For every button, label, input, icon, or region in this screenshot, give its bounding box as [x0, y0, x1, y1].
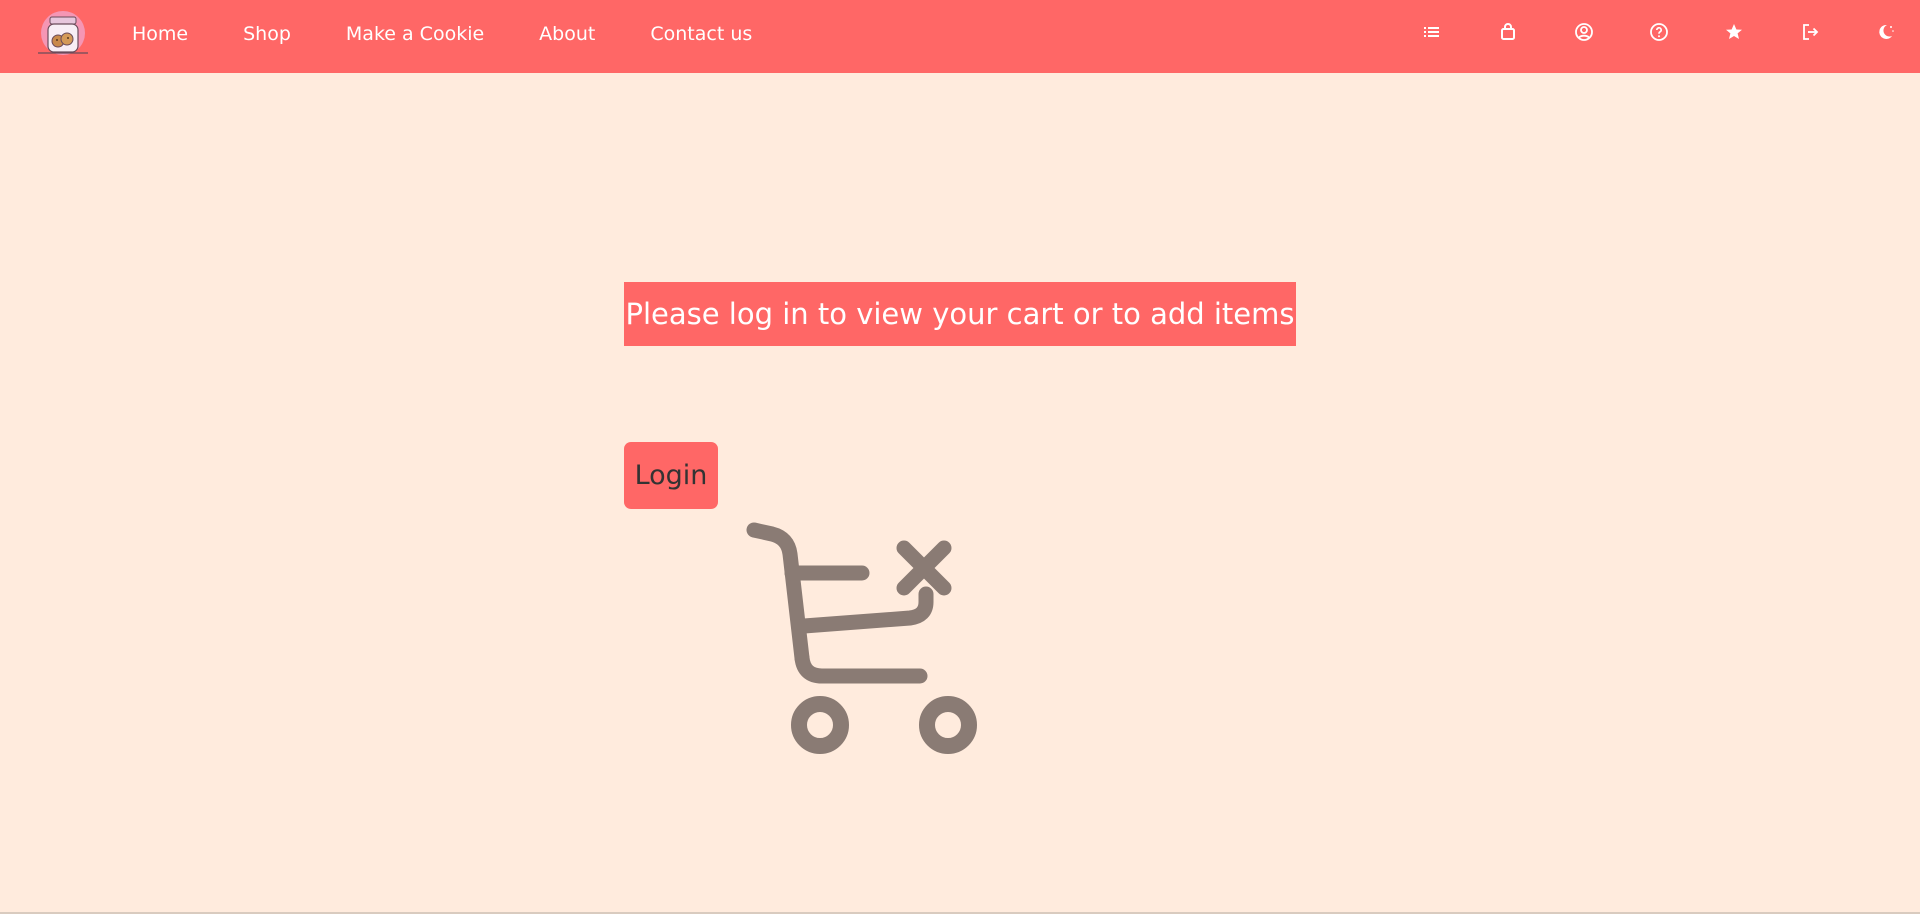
help-icon[interactable]: [1649, 22, 1669, 42]
nav-link-home[interactable]: Home: [132, 23, 188, 45]
empty-cart-icon: [744, 518, 984, 758]
shopping-bag-icon[interactable]: [1498, 22, 1518, 42]
nav-links: Home Shop Make a Cookie About Contact us: [132, 0, 807, 68]
nav-link-make-a-cookie[interactable]: Make a Cookie: [346, 23, 484, 45]
login-required-message: Please log in to view your cart or to ad…: [624, 282, 1296, 346]
top-navbar: Home Shop Make a Cookie About Contact us: [0, 0, 1920, 73]
login-button[interactable]: Login: [624, 442, 718, 509]
nav-link-about[interactable]: About: [539, 23, 595, 45]
star-icon[interactable]: [1724, 22, 1744, 42]
dark-mode-icon[interactable]: [1875, 22, 1895, 42]
list-icon[interactable]: [1422, 22, 1442, 42]
cookie-jar-logo[interactable]: [34, 8, 92, 58]
user-icon[interactable]: [1574, 22, 1594, 42]
logout-icon[interactable]: [1800, 22, 1820, 42]
nav-link-shop[interactable]: Shop: [243, 23, 291, 45]
nav-link-contact-us[interactable]: Contact us: [650, 23, 752, 45]
